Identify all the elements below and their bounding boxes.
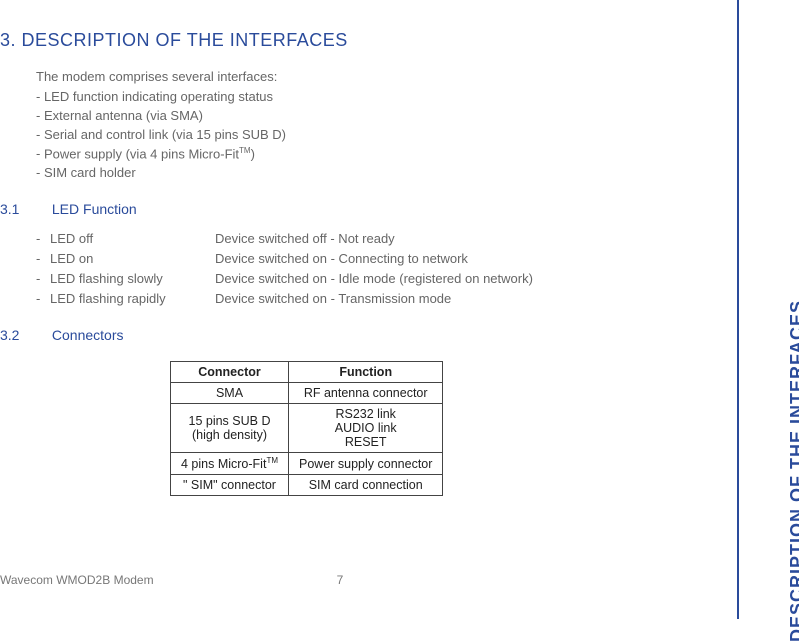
intro-bullets: LED function indicating operating status… [36,88,719,183]
led-state: LED on [50,249,215,269]
subsection-number: 3.1 [0,201,48,217]
led-state: LED off [50,229,215,249]
table-cell: Power supply connector [289,453,443,475]
table-row: " SIM" connector SIM card connection [171,475,443,496]
subsection-heading: 3.1 LED Function [0,201,719,217]
list-item: LED function indicating operating status [36,88,719,107]
footer-doc-title: Wavecom WMOD2B Modem [0,573,154,587]
page-footer: Wavecom WMOD2B Modem 7 [0,573,680,587]
subsection-heading: 3.2 Connectors [0,327,719,343]
led-desc: Device switched on - Transmission mode [215,289,719,309]
table-header-row: Connector Function [171,362,443,383]
table-cell: 15 pins SUB D(high density) [171,404,289,453]
connector-table: Connector Function SMA RF antenna connec… [170,361,443,496]
list-item: Serial and control link (via 15 pins SUB… [36,126,719,145]
table-cell: 4 pins Micro-FitTM [171,453,289,475]
table-row: 15 pins SUB D(high density) RS232 linkAU… [171,404,443,453]
table-cell: SIM card connection [289,475,443,496]
dash: - [36,269,50,289]
table-cell: RS232 linkAUDIO linkRESET [289,404,443,453]
subsection-title: LED Function [52,201,137,217]
table-cell: RF antenna connector [289,383,443,404]
dash: - [36,249,50,269]
list-item: - LED flashing slowly Device switched on… [36,269,719,289]
table-row: 4 pins Micro-FitTM Power supply connecto… [171,453,443,475]
list-item: - LED off Device switched off - Not read… [36,229,719,249]
subsection-title: Connectors [52,327,124,343]
footer-page-number: 7 [337,573,344,587]
list-item: SIM card holder [36,164,719,183]
side-section-label: DESCRIPTION OF THE INTERFACES [787,300,799,642]
list-item: - LED flashing rapidly Device switched o… [36,289,719,309]
dash: - [36,289,50,309]
section-heading: 3. DESCRIPTION OF THE INTERFACES [0,30,719,51]
led-list: - LED off Device switched off - Not read… [36,229,719,310]
led-desc: Device switched off - Not ready [215,229,719,249]
vertical-rule [737,0,739,619]
led-state: LED flashing slowly [50,269,215,289]
table-header: Connector [171,362,289,383]
table-cell: " SIM" connector [171,475,289,496]
table-header: Function [289,362,443,383]
table-row: SMA RF antenna connector [171,383,443,404]
led-state: LED flashing rapidly [50,289,215,309]
page: DESCRIPTION OF THE INTERFACES 3. DESCRIP… [0,0,799,619]
list-item: External antenna (via SMA) [36,107,719,126]
subsection-number: 3.2 [0,327,48,343]
led-desc: Device switched on - Connecting to netwo… [215,249,719,269]
led-desc: Device switched on - Idle mode (register… [215,269,719,289]
list-item: - LED on Device switched on - Connecting… [36,249,719,269]
table-cell: SMA [171,383,289,404]
intro-text: The modem comprises several interfaces: [36,69,719,84]
dash: - [36,229,50,249]
list-item: Power supply (via 4 pins Micro-FitTM) [36,145,719,164]
